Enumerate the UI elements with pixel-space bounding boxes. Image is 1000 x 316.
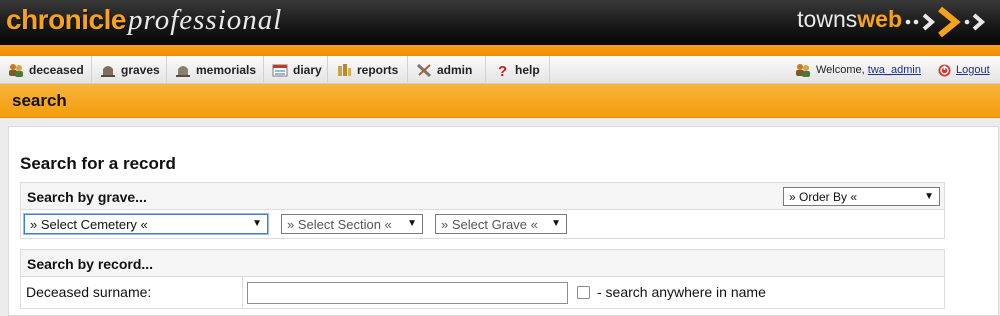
reports-icon	[338, 64, 351, 76]
nav-label: deceased	[29, 63, 84, 77]
logout-link[interactable]: Logout	[938, 56, 990, 84]
section-title: search	[12, 91, 67, 110]
logout-icon	[938, 64, 951, 76]
nav-label: graves	[121, 63, 160, 77]
search-anywhere-checkbox[interactable]	[577, 286, 590, 299]
dropdown-arrow-icon: ▼	[924, 191, 934, 202]
cemetery-value: » Select Cemetery «	[30, 216, 148, 232]
user-icon	[796, 64, 810, 77]
nav-item-deceased[interactable]: deceased	[0, 56, 92, 84]
section-value: » Select Section «	[287, 216, 392, 232]
welcome-text: Welcome,	[816, 64, 865, 76]
chronicle-professional-logo: chronicleprofessional	[6, 4, 282, 38]
townsweb-logo: townsweb	[797, 6, 902, 33]
section-title-bar: search	[0, 84, 1000, 118]
memorial-icon	[176, 66, 190, 77]
nav-label: memorials	[196, 63, 257, 77]
username-link[interactable]: twa_admin	[868, 64, 921, 76]
help-icon: ?	[498, 63, 507, 77]
surname-label: Deceased surname:	[26, 284, 152, 300]
user-welcome: Welcome, twa_admin	[795, 56, 921, 84]
search-by-grave-label: Search by grave...	[27, 189, 147, 205]
grave-value: » Select Grave «	[441, 216, 538, 232]
calendar-icon	[272, 64, 288, 77]
nav-item-memorials[interactable]: memorials	[167, 56, 264, 84]
surname-label-cell: Deceased surname:	[21, 277, 243, 307]
search-anywhere-label: - search anywhere in name	[597, 284, 766, 300]
search-by-record-section: Search by record... Deceased surname: - …	[20, 249, 945, 309]
townsweb-arrow-logo-icon	[905, 6, 986, 38]
cemetery-select[interactable]: » Select Cemetery « ▼	[24, 214, 268, 234]
nav-item-graves[interactable]: graves	[92, 56, 167, 84]
dropdown-arrow-icon: ▼	[551, 218, 561, 229]
tools-icon	[416, 63, 432, 77]
logo-text-professional: professional	[127, 4, 283, 36]
order-by-select[interactable]: » Order By « ▼	[783, 187, 940, 206]
nav-label: diary	[293, 63, 322, 77]
search-by-record-header: Search by record...	[21, 250, 944, 277]
nav-label: reports	[357, 63, 399, 77]
nav-label: help	[515, 63, 540, 77]
surname-input[interactable]	[247, 282, 568, 304]
nav-label: admin	[437, 63, 473, 77]
nav-item-diary[interactable]: diary	[264, 56, 328, 84]
logo-text-towns: towns	[797, 6, 858, 32]
logout-label[interactable]: Logout	[956, 64, 990, 76]
logo-text-chronicle: chronicle	[6, 4, 126, 35]
search-by-record-label: Search by record...	[27, 256, 154, 272]
page-heading: Search for a record	[20, 154, 176, 173]
dropdown-arrow-icon: ▼	[252, 218, 262, 229]
dropdown-arrow-icon: ▼	[407, 218, 417, 229]
grave-select[interactable]: » Select Grave « ▼	[435, 214, 567, 234]
main-nav: deceased graves memorials diary reports …	[0, 56, 1000, 84]
nav-item-reports[interactable]: reports	[328, 56, 408, 84]
people-icon	[9, 64, 23, 77]
app-header: chronicleprofessional townsweb	[0, 0, 1000, 56]
search-by-grave-section: Search by grave... » Order By « ▼ » Sele…	[20, 182, 945, 239]
svg-text:?: ?	[498, 63, 507, 77]
nav-item-admin[interactable]: admin	[408, 56, 486, 84]
logo-text-web: web	[857, 6, 902, 32]
order-by-value: » Order By «	[789, 189, 858, 204]
section-select[interactable]: » Select Section « ▼	[281, 214, 423, 234]
grave-icon	[101, 66, 115, 77]
nav-item-help[interactable]: ? help	[486, 56, 550, 84]
